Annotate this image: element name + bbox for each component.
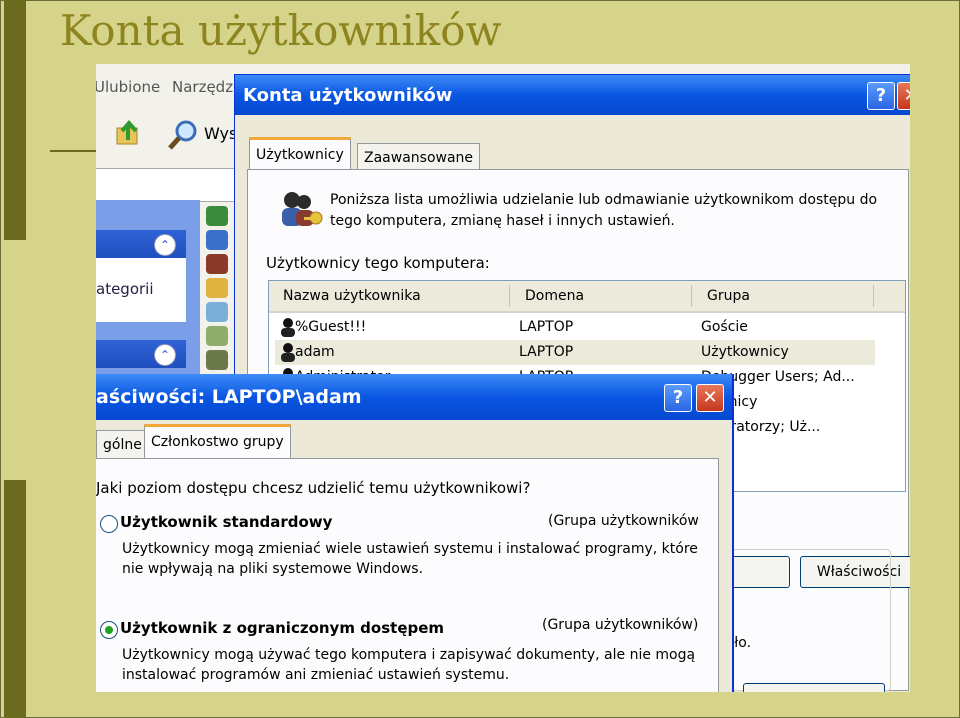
menu-favorites[interactable]: Ulubione <box>96 78 160 96</box>
close-button[interactable]: ✕ <box>696 384 724 412</box>
cell-domain: LAPTOP <box>519 319 574 335</box>
close-button[interactable]: ✕ <box>897 82 910 110</box>
cell-domain: LAPTOP <box>519 344 574 360</box>
title-underline <box>50 150 96 152</box>
reset-password-button[interactable]: Resetuj hasło... <box>743 683 885 692</box>
radio-standard-user[interactable] <box>100 515 118 533</box>
tab-general[interactable]: gólne <box>96 430 149 459</box>
users-keys-icon <box>282 192 323 226</box>
slide-accent-bar-bottom <box>4 480 26 718</box>
user-accounts-title: Konta użytkowników <box>243 85 453 106</box>
search-icon[interactable] <box>166 118 200 152</box>
cell-group: Goście <box>701 319 748 335</box>
panel-link-categories[interactable]: ategorii <box>96 280 154 298</box>
devices-icon[interactable] <box>206 254 228 274</box>
folder-up-icon[interactable] <box>114 118 144 148</box>
option-restricted-user-group: (Grupa użytkowników) <box>542 617 699 633</box>
column-domain[interactable]: Domena <box>525 288 584 304</box>
programs-icon[interactable] <box>206 326 228 346</box>
help-button[interactable]: ? <box>664 384 692 412</box>
user-accounts-titlebar[interactable]: Konta użytkowników ? ✕ <box>235 75 910 115</box>
option-restricted-user-label[interactable]: Użytkownik z ograniczonym dostępem <box>120 619 444 637</box>
tools-icon[interactable] <box>206 350 228 370</box>
column-separator[interactable] <box>691 285 692 307</box>
tab-users[interactable]: Użytkownicy <box>249 137 351 172</box>
user-properties-titlebar[interactable]: aściwości: LAPTOP\adam ? ✕ <box>96 374 732 420</box>
slide-title: Konta użytkowników <box>60 6 502 55</box>
column-separator[interactable] <box>509 285 510 307</box>
option-standard-user-label[interactable]: Użytkownik standardowy <box>120 513 332 531</box>
screenshot: Ulubione Narzędzia Wys ⌃ ategorii ⌃ Kont… <box>96 64 910 692</box>
table-row[interactable]: adam LAPTOP Użytkownicy <box>275 340 875 365</box>
explorer-menubar: Ulubione Narzędzia <box>96 70 246 104</box>
help-button[interactable]: ? <box>867 82 895 110</box>
column-group[interactable]: Grupa <box>707 288 750 304</box>
radio-restricted-user[interactable] <box>100 621 118 639</box>
users-list-label: Użytkownicy tego komputera: <box>266 254 490 272</box>
folder-icon[interactable] <box>206 278 228 298</box>
option-standard-user-group: (Grupa użytkowników <box>548 513 699 529</box>
search-button-label[interactable]: Wys <box>204 124 237 143</box>
tab-group-membership[interactable]: Członkostwo grupy <box>144 424 291 459</box>
column-separator[interactable] <box>873 285 874 307</box>
network-icon[interactable] <box>206 302 228 322</box>
users-description: Poniższa lista umożliwia udzielanie lub … <box>330 192 878 229</box>
column-username[interactable]: Nazwa użytkownika <box>283 288 421 304</box>
group-membership-panel: Jaki poziom dostępu chcesz udzielić temu… <box>96 458 719 692</box>
option-standard-user-description: Użytkownicy mogą zmieniać wiele ustawień… <box>122 541 698 577</box>
collapse-up-icon[interactable]: ⌃ <box>154 234 176 256</box>
user-properties-dialog: aściwości: LAPTOP\adam ? ✕ gólne Członko… <box>96 374 734 692</box>
cell-group: Użytkownicy <box>701 344 789 360</box>
appearance-icon[interactable] <box>206 206 228 226</box>
listview-header: Nazwa użytkownika Domena Grupa <box>269 281 905 313</box>
user-properties-title: aściwości: LAPTOP\adam <box>96 386 362 408</box>
security-shield-icon[interactable] <box>206 230 228 250</box>
cell-username: %Guest!!! <box>295 319 367 335</box>
access-level-question: Jaki poziom dostępu chcesz udzielić temu… <box>96 479 531 497</box>
slide-accent-bar-top <box>4 0 26 240</box>
option-restricted-user-description: Użytkownicy mogą używać tego komputera i… <box>122 647 696 683</box>
panel-box: ategorii <box>96 258 186 322</box>
table-row[interactable]: %Guest!!! LAPTOP Goście <box>275 315 875 340</box>
collapse-up-icon-2[interactable]: ⌃ <box>154 344 176 366</box>
address-bar[interactable] <box>96 168 236 202</box>
tab-advanced[interactable]: Zaawansowane <box>357 143 481 172</box>
cell-username: adam <box>295 344 335 360</box>
